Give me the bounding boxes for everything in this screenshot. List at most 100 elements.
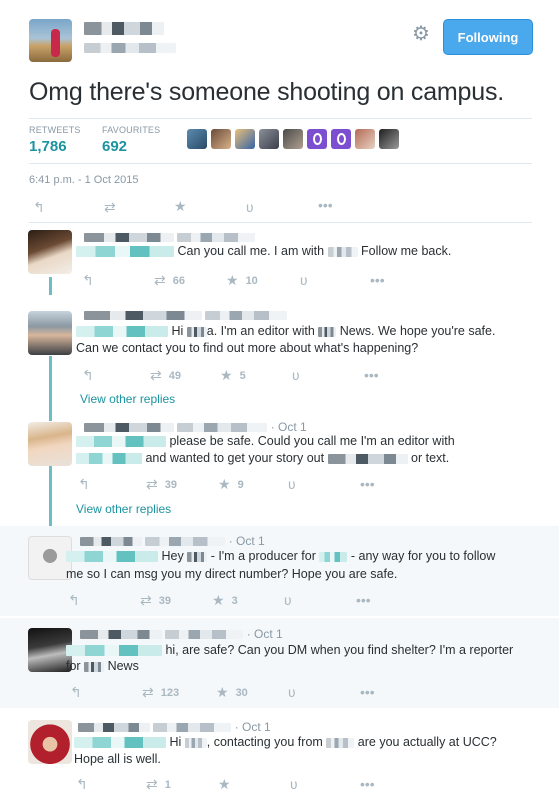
retweet-icon[interactable]: ⇄ 66 bbox=[154, 272, 185, 289]
user-face-avatar[interactable] bbox=[307, 129, 327, 149]
star-icon[interactable]: ★ bbox=[174, 198, 187, 215]
mention-redacted[interactable] bbox=[76, 246, 174, 258]
redacted-text bbox=[327, 246, 358, 257]
retweets-label: RETWEETS bbox=[29, 125, 81, 135]
more-dots-icon[interactable]: ••• bbox=[318, 197, 333, 213]
reply-text-segment: Follow me back. bbox=[361, 244, 452, 258]
user-face-avatar[interactable] bbox=[355, 129, 375, 149]
reply-handle-redacted[interactable] bbox=[205, 311, 288, 321]
reply-arrow-icon[interactable]: ↰ bbox=[33, 199, 45, 216]
vine-icon[interactable]: ʋ bbox=[300, 272, 308, 288]
vine-icon[interactable]: ʋ bbox=[292, 367, 300, 383]
reply-name-redacted[interactable] bbox=[80, 537, 142, 547]
more-dots-icon[interactable]: ••• bbox=[356, 592, 371, 608]
reply-tweet[interactable]: Can you call me. I am with Follow me bac… bbox=[0, 228, 559, 296]
author-avatar[interactable] bbox=[29, 19, 72, 62]
reply-name-redacted[interactable] bbox=[80, 630, 162, 640]
reply-tweet[interactable]: · Oct 1 hi, are safe? Can you DM when yo… bbox=[0, 618, 559, 708]
more-dots-icon[interactable]: ••• bbox=[360, 684, 375, 700]
mention-redacted[interactable] bbox=[66, 645, 162, 657]
reply-date[interactable]: · Oct 1 bbox=[247, 627, 283, 641]
star-icon[interactable]: ★ 30 bbox=[216, 684, 248, 701]
star-icon[interactable]: ★ 5 bbox=[220, 367, 246, 384]
star-icon[interactable]: ★ 3 bbox=[212, 592, 238, 609]
reply-date[interactable]: · Oct 1 bbox=[235, 720, 271, 734]
reply-handle-redacted[interactable] bbox=[145, 537, 226, 547]
reply-avatar[interactable] bbox=[28, 311, 72, 355]
more-dots-icon[interactable]: ••• bbox=[370, 272, 385, 288]
reply-avatar[interactable] bbox=[28, 720, 72, 764]
reply-arrow-icon[interactable]: ↰ bbox=[68, 592, 80, 609]
more-dots-icon[interactable]: ••• bbox=[364, 367, 379, 383]
user-face-avatar[interactable] bbox=[379, 129, 399, 149]
following-button[interactable]: Following bbox=[443, 19, 533, 55]
reply-name-redacted[interactable] bbox=[84, 423, 174, 433]
reply-header: · Oct 1 bbox=[84, 420, 307, 434]
vine-icon[interactable]: ʋ bbox=[290, 776, 298, 792]
user-face-avatar[interactable] bbox=[211, 129, 231, 149]
star-icon[interactable]: ★ 9 bbox=[218, 476, 244, 493]
reply-text-segment: - any way for you to follow bbox=[350, 549, 496, 563]
user-face-avatar[interactable] bbox=[283, 129, 303, 149]
reply-avatar[interactable] bbox=[28, 422, 72, 466]
mention-redacted[interactable] bbox=[74, 737, 166, 749]
view-other-replies-link[interactable]: View other replies bbox=[80, 392, 175, 406]
gear-icon[interactable]: ⚙ bbox=[412, 24, 430, 44]
retweet-icon[interactable]: ⇄ 39 bbox=[146, 476, 177, 493]
star-icon[interactable]: ★ 10 bbox=[226, 272, 258, 289]
reply-date[interactable]: · Oct 1 bbox=[229, 534, 265, 548]
vine-icon[interactable]: ʋ bbox=[246, 199, 254, 215]
retweet-count: 1 bbox=[164, 778, 171, 791]
view-other-replies-link[interactable]: View other replies bbox=[76, 502, 171, 516]
reply-name-redacted[interactable] bbox=[84, 233, 174, 243]
author-handle-redacted[interactable] bbox=[84, 43, 176, 53]
redacted-text bbox=[187, 551, 208, 562]
vine-icon[interactable]: ʋ bbox=[288, 684, 296, 700]
reply-tweet[interactable]: · Oct 1 Hi , contacting you from are you… bbox=[0, 714, 559, 800]
retweet-icon[interactable]: ⇄ 123 bbox=[142, 684, 179, 701]
mention-redacted[interactable] bbox=[76, 326, 168, 338]
reply-name-redacted[interactable] bbox=[78, 723, 150, 733]
user-face-avatar[interactable] bbox=[259, 129, 279, 149]
author-name-redacted[interactable] bbox=[84, 22, 164, 35]
retweet-count: 39 bbox=[164, 478, 177, 491]
more-dots-icon[interactable]: ••• bbox=[360, 776, 375, 792]
reply-text-segment: News. We hope you're safe. bbox=[339, 324, 496, 338]
retweet-icon[interactable]: ⇄ 1 bbox=[146, 776, 171, 793]
favouriting-users bbox=[187, 129, 399, 149]
reply-arrow-icon[interactable]: ↰ bbox=[82, 367, 94, 384]
reply-arrow-icon[interactable]: ↰ bbox=[78, 476, 90, 493]
reply-handle-redacted[interactable] bbox=[153, 723, 232, 733]
reply-name-redacted[interactable] bbox=[84, 311, 202, 321]
reply-arrow-icon[interactable]: ↰ bbox=[76, 776, 88, 793]
reply-tweet[interactable]: Hi a. I'm an editor with News. We hope y… bbox=[0, 308, 559, 413]
retweet-icon[interactable]: ⇄ bbox=[104, 199, 116, 216]
retweet-icon[interactable]: ⇄ 49 bbox=[150, 367, 181, 384]
reply-tweet[interactable]: · Oct 1 please be safe. Could you call m… bbox=[0, 418, 559, 518]
user-face-avatar[interactable] bbox=[331, 129, 351, 149]
reply-handle-redacted[interactable] bbox=[177, 423, 268, 433]
more-dots-icon[interactable]: ••• bbox=[360, 476, 375, 492]
reply-avatar[interactable] bbox=[28, 230, 72, 274]
user-face-avatar[interactable] bbox=[235, 129, 255, 149]
favourites-stat[interactable]: FAVOURITES 692 bbox=[102, 125, 160, 155]
reply-date[interactable]: · Oct 1 bbox=[271, 420, 307, 434]
mention-redacted[interactable] bbox=[76, 453, 142, 465]
retweets-stat[interactable]: RETWEETS 1,786 bbox=[29, 125, 81, 155]
reply-actions: ↰ ⇄ 49 ★ 5 ʋ ••• bbox=[82, 367, 412, 385]
reply-handle-redacted[interactable] bbox=[177, 233, 256, 243]
star-icon[interactable]: ★ bbox=[218, 776, 231, 793]
user-face-avatar[interactable] bbox=[187, 129, 207, 149]
reply-text-segment: Hi bbox=[171, 324, 184, 338]
mention-redacted[interactable] bbox=[66, 551, 158, 563]
mention-redacted[interactable] bbox=[76, 436, 166, 448]
reply-tweet[interactable]: · Oct 1 Hey - I'm a producer for - any w… bbox=[0, 526, 559, 616]
tweet-text: Omg there's someone shooting on campus. bbox=[29, 78, 505, 106]
reply-handle-redacted[interactable] bbox=[165, 630, 244, 640]
reply-arrow-icon[interactable]: ↰ bbox=[70, 684, 82, 701]
vine-icon[interactable]: ʋ bbox=[284, 592, 292, 608]
reply-arrow-icon[interactable]: ↰ bbox=[82, 272, 94, 289]
retweet-icon[interactable]: ⇄ 39 bbox=[140, 592, 171, 609]
favourites-label: FAVOURITES bbox=[102, 125, 161, 135]
vine-icon[interactable]: ʋ bbox=[288, 476, 296, 492]
